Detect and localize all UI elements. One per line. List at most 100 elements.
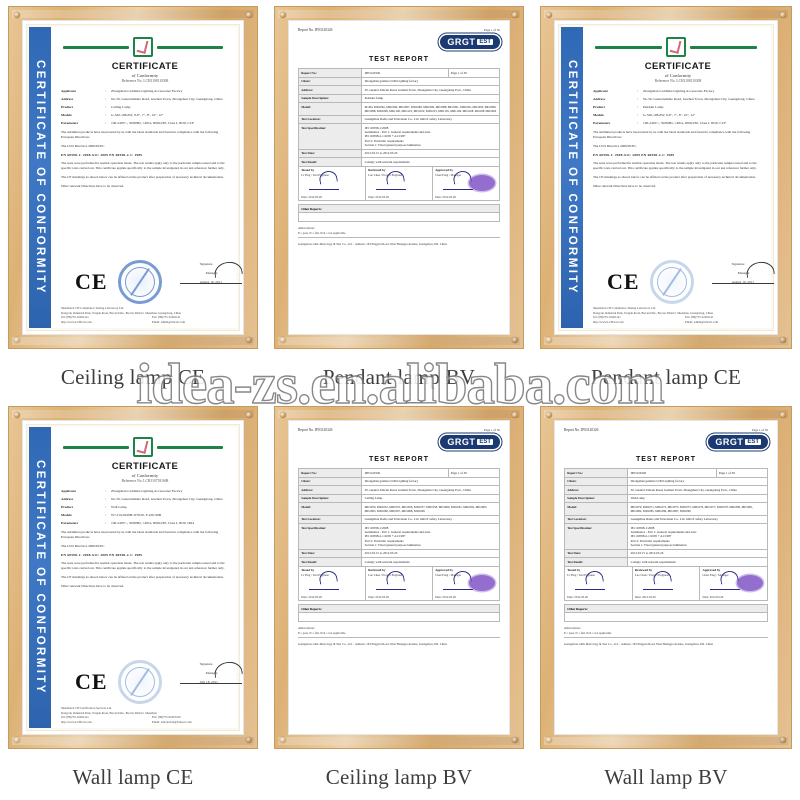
signature-date: Date: 2012.03.26	[634, 594, 656, 599]
field-value: W7-LD-9010B-W5010, Y-100-90B	[111, 513, 162, 518]
screw-icon	[512, 737, 518, 743]
screw-icon	[246, 737, 252, 743]
field-value: Wall Lamp	[111, 505, 127, 510]
certificate-side-band: CERTIFICATE OF CONFORMITY	[561, 27, 583, 328]
report-signature-row: Tested by Li Ying / Test Engineer Date: …	[564, 566, 768, 601]
issuer-web[interactable]: http://www.LCHcert.com	[61, 720, 138, 725]
logo-main-text: GRGT	[715, 437, 744, 447]
field-value: G-520-108-6W, 9-6", 7", 8", 10", 12"	[643, 113, 696, 118]
table-row: Sample Description: Pendant Lamp	[297, 93, 500, 103]
logo-main-text: GRGT	[447, 37, 476, 47]
screw-icon	[246, 337, 252, 343]
contact-row: http://www.LCHcert.com Email: admin@lchc…	[61, 320, 229, 325]
gallery-item-wall-lamp-ce[interactable]: CERTIFICATE OF CONFORMITY CERTIFICATE of…	[0, 400, 266, 755]
issuer-web[interactable]: http://www.LCHcert.com	[593, 320, 671, 325]
issuer-email[interactable]: Email: admin@lchcert.com	[685, 320, 763, 325]
table-row: Report No.: IP03120326 Page 1 of 30	[297, 68, 501, 78]
report-number-header: Report No. IP03120326	[298, 428, 332, 432]
field-row: Applicant: Zhongshan Leddidea Lighting Ac…	[593, 89, 763, 94]
row-value: M12D, MD1062, MD1066, MD1067, MD1068, MD…	[361, 102, 500, 116]
signature-icon	[710, 577, 741, 590]
issuer-address: Shenzhen LCH Compliance Testing Laborato…	[593, 306, 763, 324]
screw-icon	[14, 737, 20, 743]
certificate-reference: Reference No. LCH1108110308	[654, 79, 702, 83]
signature-icon	[376, 577, 406, 590]
gallery-item-pendant-lamp-ce[interactable]: CERTIFICATE OF CONFORMITY CERTIFICATE of…	[532, 0, 800, 355]
field-value: No.50, Guanxiuxishe Road, Guzhen Town, Z…	[111, 97, 223, 102]
gallery-item-ceiling-lamp-ce[interactable]: CERTIFICATE OF CONFORMITY CERTIFICATE of…	[0, 0, 266, 355]
screw-icon	[546, 412, 552, 418]
abbreviation-text: P = pass, N = fail, N/A = not applicable	[298, 230, 346, 235]
signature-date: July 18, 2011	[199, 680, 218, 684]
report-content: Report No. IP03120326 Page 1 of 30 GRGT …	[563, 428, 769, 729]
other-reports-box: Other Reports:	[298, 204, 500, 222]
table-row: Client: Zhongshan guzhen LUM Lighting fac…	[297, 76, 500, 86]
official-seal-icon	[117, 660, 162, 704]
screw-icon	[512, 12, 518, 18]
abbreviation-text: P = pass, N = fail, N/A = not applicable	[298, 630, 346, 635]
row-value: Zhongshan guzhen LUM Lighting factory	[361, 476, 500, 486]
row-value: Wall Lamp	[627, 493, 768, 503]
row-value: Ceiling Lamp	[361, 493, 500, 503]
grgtest-logo: GRGT EST	[440, 435, 500, 449]
field-row: Models: G-520-108-6W, 9-6", 7", 8", 10", …	[61, 113, 229, 118]
divider	[298, 637, 500, 638]
signature-date: Date: 2012.03.26	[567, 594, 588, 599]
grgtest-logo: GRGT EST	[708, 435, 768, 449]
row-key: Report No.:	[297, 68, 363, 78]
certificate-reference: Reference No. LCH1108110308	[121, 79, 169, 83]
report-number-label: Report No.	[564, 428, 580, 432]
screw-icon	[546, 737, 552, 743]
certificate-header	[63, 437, 223, 457]
report-table: Report No.: IP03120326 Page 1 of 30 Client…	[563, 468, 769, 567]
signature-date: Date: 2012.03.26	[368, 194, 389, 199]
screw-icon	[280, 12, 286, 18]
screw-icon	[14, 12, 20, 18]
compliance-paragraph: The submitted products have been tested …	[61, 530, 219, 540]
row-value: 2012.03.15 to 2012.03.26	[361, 148, 500, 159]
field-value: Ceiling Lamp	[111, 105, 131, 110]
signature-icon	[309, 577, 339, 590]
row-value: 30, Guanxi Xincun Road, Guzhen Town, Zho…	[361, 485, 500, 495]
row-key: Address:	[297, 485, 363, 495]
page-label: Page	[483, 28, 491, 32]
row-key: Test Location:	[297, 114, 363, 125]
report-number-value: IP03120326	[314, 28, 333, 32]
wooden-frame: Report No. IP03120326 Page 1 of 30 GRGT …	[274, 406, 524, 749]
field-key: Models	[61, 513, 72, 518]
certificate-band-label: CERTIFICATE OF CONFORMITY	[34, 60, 46, 295]
logo-mark-text: EST	[745, 439, 761, 445]
gallery-item-pendant-lamp-bv[interactable]: Report No. IP03120326 Page 1 of 30 GRGT …	[266, 0, 532, 355]
logo-mark-text: EST	[477, 39, 493, 45]
field-row: Parameters:100-240V~, 50/60Hz, ≤48va, IP…	[61, 121, 229, 126]
row-key: Address:	[563, 485, 629, 495]
screw-icon	[246, 12, 252, 18]
signature-date: Date: 2012.03.26	[368, 594, 389, 599]
row-key: Report No.:	[297, 468, 363, 478]
certificate-content: CERTIFICATE of Conformity Reference No. …	[51, 427, 242, 728]
row-value: 2012.03.15 to 2012.03.26	[361, 548, 500, 559]
ce-marking-paragraph: The CE markings as shown below can be af…	[61, 574, 224, 579]
issuer-web[interactable]: http://www.LCHcert.com	[61, 320, 138, 325]
ce-mark-icon: CE	[75, 669, 108, 694]
row-key: Test Location:	[297, 514, 363, 525]
signature-block: Signature Manager August 10, 2011	[172, 262, 242, 301]
divider	[564, 637, 768, 638]
gallery-item-ceiling-lamp-bv[interactable]: Report No. IP03120326 Page 1 of 30 GRGT …	[266, 400, 532, 755]
gallery-item-wall-lamp-bv[interactable]: Report No. IP03120326 Page 1 of 30 GRGT …	[532, 400, 800, 755]
table-row: Test Date: 2012.03.15 to 2012.03.26	[297, 148, 500, 159]
issuer-email[interactable]: Email: admin@lchcert.com	[152, 320, 229, 325]
issuer-email[interactable]: Email: nationwide@lcmcert.com	[152, 720, 229, 725]
row-key: Client:	[563, 476, 629, 486]
report-header: Report No. IP03120326 Page 1 of 30 GRGT …	[298, 28, 500, 50]
logo-mark-text: EST	[477, 439, 493, 445]
certificate-gallery-grid: CERTIFICATE OF CONFORMITY CERTIFICATE of…	[0, 0, 800, 800]
directive-text: The LVD Directive 2006/95/EC	[61, 544, 105, 549]
signature-cell-tested: Tested by Li Ying / Test Engineer Date: …	[299, 566, 366, 600]
screw-icon	[546, 12, 552, 18]
caption-pendant-lamp-bv: Pendant lamp BV	[322, 365, 476, 389]
row-value: MD1050, MD1052, MD1055, MD1056, MD1057, …	[361, 502, 500, 516]
caption-pendant-lamp-ce: Pendant lamp CE	[591, 365, 741, 389]
signature-name: Signature	[199, 662, 213, 666]
report-table: Report No.: IP03120326 Page 1 of 30 Client…	[297, 68, 501, 167]
